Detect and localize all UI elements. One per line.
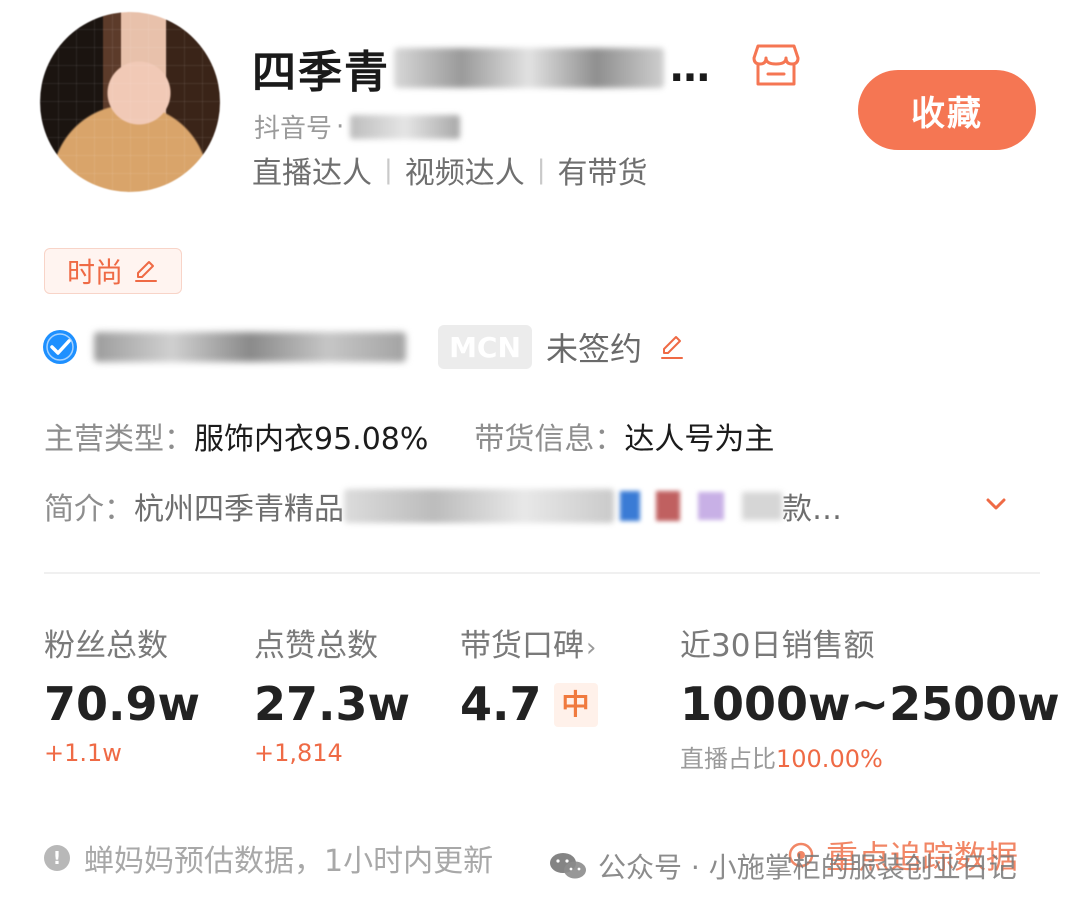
sales-info-label: 带货信息：: [474, 422, 625, 457]
reputation-level-badge: 中: [553, 683, 598, 727]
shop-icon[interactable]: [752, 42, 800, 88]
stat-sales30[interactable]: 近30日销售额 1000w~2500w 直播占比100.00%: [680, 620, 1060, 774]
name-ellipsis: …: [670, 45, 710, 91]
category-tag[interactable]: 时尚: [44, 248, 182, 294]
intro-emoji-blurred: [656, 491, 680, 521]
intro-text-start: 杭州四季青精品: [134, 492, 344, 527]
wechat-icon: [550, 853, 586, 879]
live-share-value: 100.00%: [776, 745, 883, 773]
edit-icon[interactable]: [658, 333, 686, 361]
intro-emoji-blurred: [698, 492, 724, 520]
live-share: 直播占比100.00%: [680, 739, 1060, 774]
stat-reputation[interactable]: 带货口碑› 4.7 中: [460, 620, 598, 731]
chevron-right-icon[interactable]: ›: [586, 633, 596, 663]
data-source-note: ! 蝉妈妈预估数据，1小时内更新: [44, 836, 493, 880]
watermark-text: 公众号 · 小施掌柜的服装创业日记: [598, 851, 1017, 884]
profile-name-text: 四季青: [252, 47, 390, 98]
stat-likes[interactable]: 点赞总数 27.3w +1,814: [254, 620, 410, 767]
stat-followers[interactable]: 粉丝总数 70.9w +1.1w: [44, 620, 200, 767]
reputation-label: 带货口碑: [460, 628, 584, 664]
tag-divider: |: [384, 155, 393, 185]
likes-delta: +1,814: [254, 739, 343, 767]
verified-icon: [43, 330, 77, 364]
business-info: 主营类型： 服饰内衣95.08% 带货信息： 达人号为主: [44, 414, 774, 458]
role-tags: 直播达人 | 视频达人 | 有带货: [252, 148, 648, 192]
intro-redacted: [742, 492, 782, 520]
profile-name: 四季青 …: [252, 36, 710, 100]
douyin-id-redacted: [350, 114, 461, 139]
followers-delta: +1.1w: [44, 739, 122, 767]
intro-redacted: [344, 489, 614, 523]
role-tag: 视频达人: [404, 156, 525, 191]
douyin-id: 抖音号 ·: [254, 108, 461, 145]
douyin-id-label: 抖音号: [254, 114, 333, 144]
verification-redacted: [94, 332, 406, 362]
reputation-value: 4.7: [460, 677, 542, 731]
category-tag-label: 时尚: [66, 256, 123, 289]
likes-value: 27.3w: [254, 677, 410, 731]
favorite-button[interactable]: 收藏: [858, 70, 1036, 150]
info-icon: !: [44, 845, 70, 871]
followers-value: 70.9w: [44, 677, 200, 731]
name-redacted: [394, 48, 664, 88]
likes-label: 点赞总数: [254, 628, 378, 664]
mcn-status: 未签约: [546, 330, 643, 368]
edit-icon[interactable]: [133, 258, 159, 284]
intro-text-end: 款…: [782, 492, 842, 527]
mcn-badge: MCN: [438, 325, 532, 369]
sales-info-value: 达人号为主: [624, 422, 775, 457]
role-tag: 有带货: [557, 156, 648, 191]
intro: 简介： 杭州四季青精品 款…: [44, 484, 1044, 528]
intro-label: 简介：: [44, 492, 134, 527]
avatar[interactable]: [40, 12, 220, 192]
data-source-text: 蝉妈妈预估数据，1小时内更新: [84, 844, 494, 879]
reputation-value-row: 4.7 中: [460, 677, 598, 731]
role-tag: 直播达人: [252, 156, 372, 191]
expand-chevron-icon[interactable]: [982, 490, 1010, 518]
main-type-label: 主营类型：: [44, 422, 194, 457]
live-share-label: 直播占比: [680, 745, 776, 773]
sales30-label: 近30日销售额: [680, 628, 875, 664]
main-type-value: 服饰内衣95.08%: [194, 422, 429, 457]
watermark: 公众号 · 小施掌柜的服装创业日记: [548, 846, 1017, 886]
sales30-value: 1000w~2500w: [680, 677, 1060, 731]
section-divider: [44, 572, 1040, 574]
intro-emoji-blurred: [620, 491, 640, 521]
verification-row: MCN 未签约: [42, 324, 686, 370]
douyin-id-separator: ·: [336, 111, 345, 142]
followers-label: 粉丝总数: [44, 628, 168, 664]
tag-divider: |: [536, 155, 546, 185]
reputation-label-row: 带货口碑›: [460, 620, 598, 665]
